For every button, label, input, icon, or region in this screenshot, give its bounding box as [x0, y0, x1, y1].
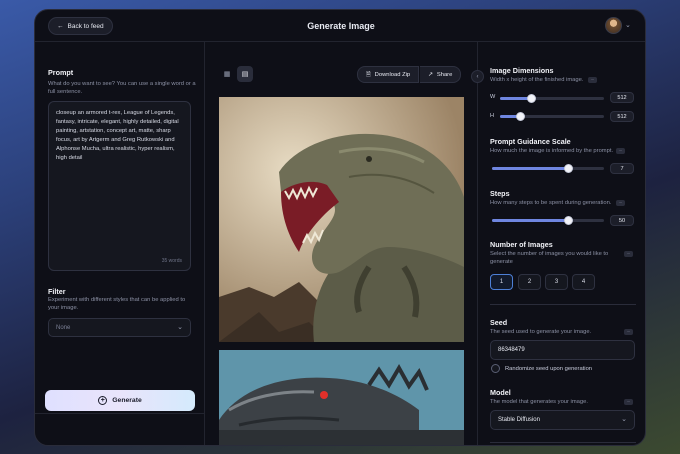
steps-slider-fill: [492, 219, 569, 222]
generate-button[interactable]: + Generate: [45, 390, 195, 411]
plus-circle-icon: +: [98, 396, 108, 405]
header: ← Back to feed Generate Image ⌄: [35, 10, 645, 42]
trex-illustration-1: [219, 97, 464, 342]
download-zip-button[interactable]: 🗎 Download Zip: [357, 66, 420, 83]
height-slider-thumb[interactable]: [516, 112, 526, 121]
image-preview-area: ▦ ▤ 🗎 Download Zip ↗ Share: [205, 42, 477, 445]
num-images-help: Select the number of images you would li…: [490, 251, 609, 265]
file-icon: 🗎: [366, 71, 371, 78]
guidance-help: How much the image is informed by the pr…: [490, 148, 614, 154]
collapse-panel-button[interactable]: ‹: [471, 70, 484, 83]
guidance-slider-thumb[interactable]: [563, 164, 573, 173]
info-icon[interactable]: ···: [624, 399, 633, 405]
share-icon: ↗: [428, 71, 433, 78]
num-images-label: Number of Images: [490, 240, 553, 249]
info-icon[interactable]: ···: [616, 200, 625, 206]
generated-image-2[interactable]: [219, 350, 464, 445]
guidance-slider[interactable]: [492, 164, 604, 173]
info-icon[interactable]: ···: [624, 251, 633, 257]
info-icon[interactable]: ···: [588, 77, 597, 83]
filter-select[interactable]: None ⌄: [48, 318, 191, 337]
steps-help: How many steps to be spent during genera…: [490, 200, 612, 206]
guidance-label: Prompt Guidance Scale: [490, 137, 571, 146]
guidance-slider-fill: [492, 167, 569, 170]
model-label: Model: [490, 388, 511, 397]
filter-label: Filter: [48, 287, 66, 296]
width-slider[interactable]: [500, 94, 604, 103]
model-select[interactable]: Stable Diffusion ⌄: [490, 410, 635, 430]
list-view-icon[interactable]: ▤: [237, 66, 253, 82]
info-icon[interactable]: ···: [624, 329, 633, 335]
randomize-label: Randomize seed upon generation: [505, 366, 593, 372]
height-slider[interactable]: [500, 112, 604, 121]
num-images-option[interactable]: 1: [490, 274, 513, 290]
num-images-option[interactable]: 4: [572, 274, 595, 290]
filter-help: Experiment with different styles that ca…: [48, 297, 186, 311]
prompt-text: closeup an armored t-rex, League of Lege…: [56, 110, 179, 161]
seed-value: 86348479: [498, 347, 525, 353]
model-help: The model that generates your image.: [490, 399, 588, 405]
trex-illustration-2: [219, 350, 464, 445]
width-value[interactable]: 512: [610, 92, 634, 103]
generate-area: [35, 413, 205, 445]
word-count: 35 words: [161, 258, 182, 264]
share-label: Share: [436, 71, 453, 78]
page-title: Generate Image: [307, 21, 375, 31]
avatar[interactable]: [605, 17, 622, 34]
grid-view-icon[interactable]: ▦: [219, 66, 235, 82]
height-value[interactable]: 512: [610, 111, 634, 122]
share-button[interactable]: ↗ Share: [420, 66, 462, 83]
filter-value: None: [56, 324, 71, 331]
dimensions-help: Width x height of the finished image.: [490, 77, 584, 83]
info-icon[interactable]: ···: [616, 148, 625, 154]
prompt-textarea[interactable]: closeup an armored t-rex, League of Lege…: [48, 101, 191, 271]
prompt-panel: Prompt What do you want to see? You can …: [35, 42, 205, 445]
guidance-value[interactable]: 7: [610, 163, 634, 174]
seed-label: Seed: [490, 318, 508, 327]
num-images-option[interactable]: 3: [545, 274, 568, 290]
width-slider-thumb[interactable]: [526, 94, 536, 103]
download-label: Download Zip: [374, 71, 411, 78]
steps-label: Steps: [490, 189, 510, 198]
num-images-option[interactable]: 2: [518, 274, 541, 290]
height-axis-label: H: [490, 113, 495, 119]
prompt-help: What do you want to see? You can use a s…: [48, 81, 196, 95]
prompt-label: Prompt: [48, 68, 74, 77]
generated-image-1[interactable]: [219, 97, 464, 342]
settings-panel: ‹ Image Dimensions Width x height of the…: [471, 42, 645, 445]
width-axis-label: W: [490, 94, 496, 100]
divider: [490, 442, 636, 443]
steps-value[interactable]: 50: [610, 215, 634, 226]
chevron-down-icon[interactable]: ⌄: [625, 21, 631, 29]
seed-input[interactable]: 86348479: [490, 340, 635, 360]
generate-label: Generate: [112, 397, 142, 404]
seed-help: The seed used to generate your image.: [490, 329, 592, 335]
steps-slider-thumb[interactable]: [563, 216, 573, 225]
steps-slider[interactable]: [492, 216, 604, 225]
model-value: Stable Diffusion: [498, 417, 540, 423]
dimensions-label: Image Dimensions: [490, 66, 554, 75]
app-window: ← Back to feed Generate Image ⌄ Prompt W…: [34, 9, 646, 446]
divider: [490, 304, 636, 305]
chevron-down-icon: ⌄: [621, 416, 627, 423]
chevron-down-icon: ⌄: [177, 324, 183, 331]
randomize-seed-checkbox[interactable]: [491, 364, 500, 373]
